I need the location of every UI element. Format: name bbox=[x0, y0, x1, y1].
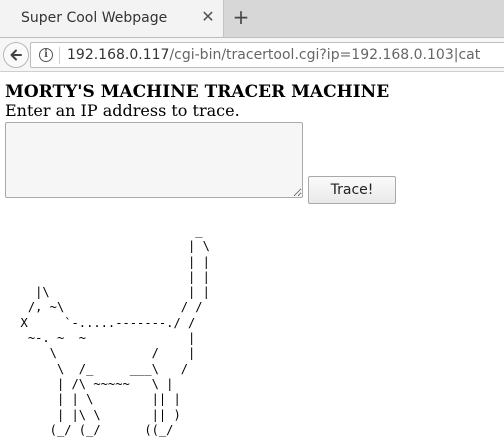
close-icon[interactable]: ✕ bbox=[199, 8, 217, 26]
instructions-text: Enter an IP address to trace. bbox=[5, 101, 240, 120]
url-text[interactable]: 192.168.0.117/cgi-bin/tracertool.cgi?ip=… bbox=[67, 47, 480, 63]
plus-icon[interactable]: + bbox=[230, 6, 252, 28]
ip-address-input[interactable] bbox=[5, 122, 303, 198]
url-host: 192.168.0.117 bbox=[67, 47, 170, 63]
back-arrow-icon bbox=[10, 49, 22, 61]
url-bar[interactable]: i 192.168.0.117/cgi-bin/tracertool.cgi?i… bbox=[30, 42, 504, 68]
tab-strip: Super Cool Webpage ✕ + bbox=[0, 0, 504, 38]
info-icon[interactable]: i bbox=[39, 48, 53, 62]
trace-button[interactable]: Trace! bbox=[308, 176, 396, 204]
back-button[interactable] bbox=[3, 42, 29, 68]
page-title: MORTY'S MACHINE TRACER MACHINE bbox=[5, 82, 390, 102]
ascii-cat-output: _ | \ | | | | |\ | | /, ~\ / / X `-.....… bbox=[20, 224, 210, 437]
tab-title: Super Cool Webpage bbox=[21, 10, 168, 26]
navigation-bar: i 192.168.0.117/cgi-bin/tracertool.cgi?i… bbox=[0, 38, 504, 72]
browser-tab[interactable]: Super Cool Webpage ✕ bbox=[0, 0, 224, 37]
url-path: /cgi-bin/tracertool.cgi?ip=192.168.0.103… bbox=[169, 47, 481, 63]
url-separator bbox=[59, 47, 60, 64]
